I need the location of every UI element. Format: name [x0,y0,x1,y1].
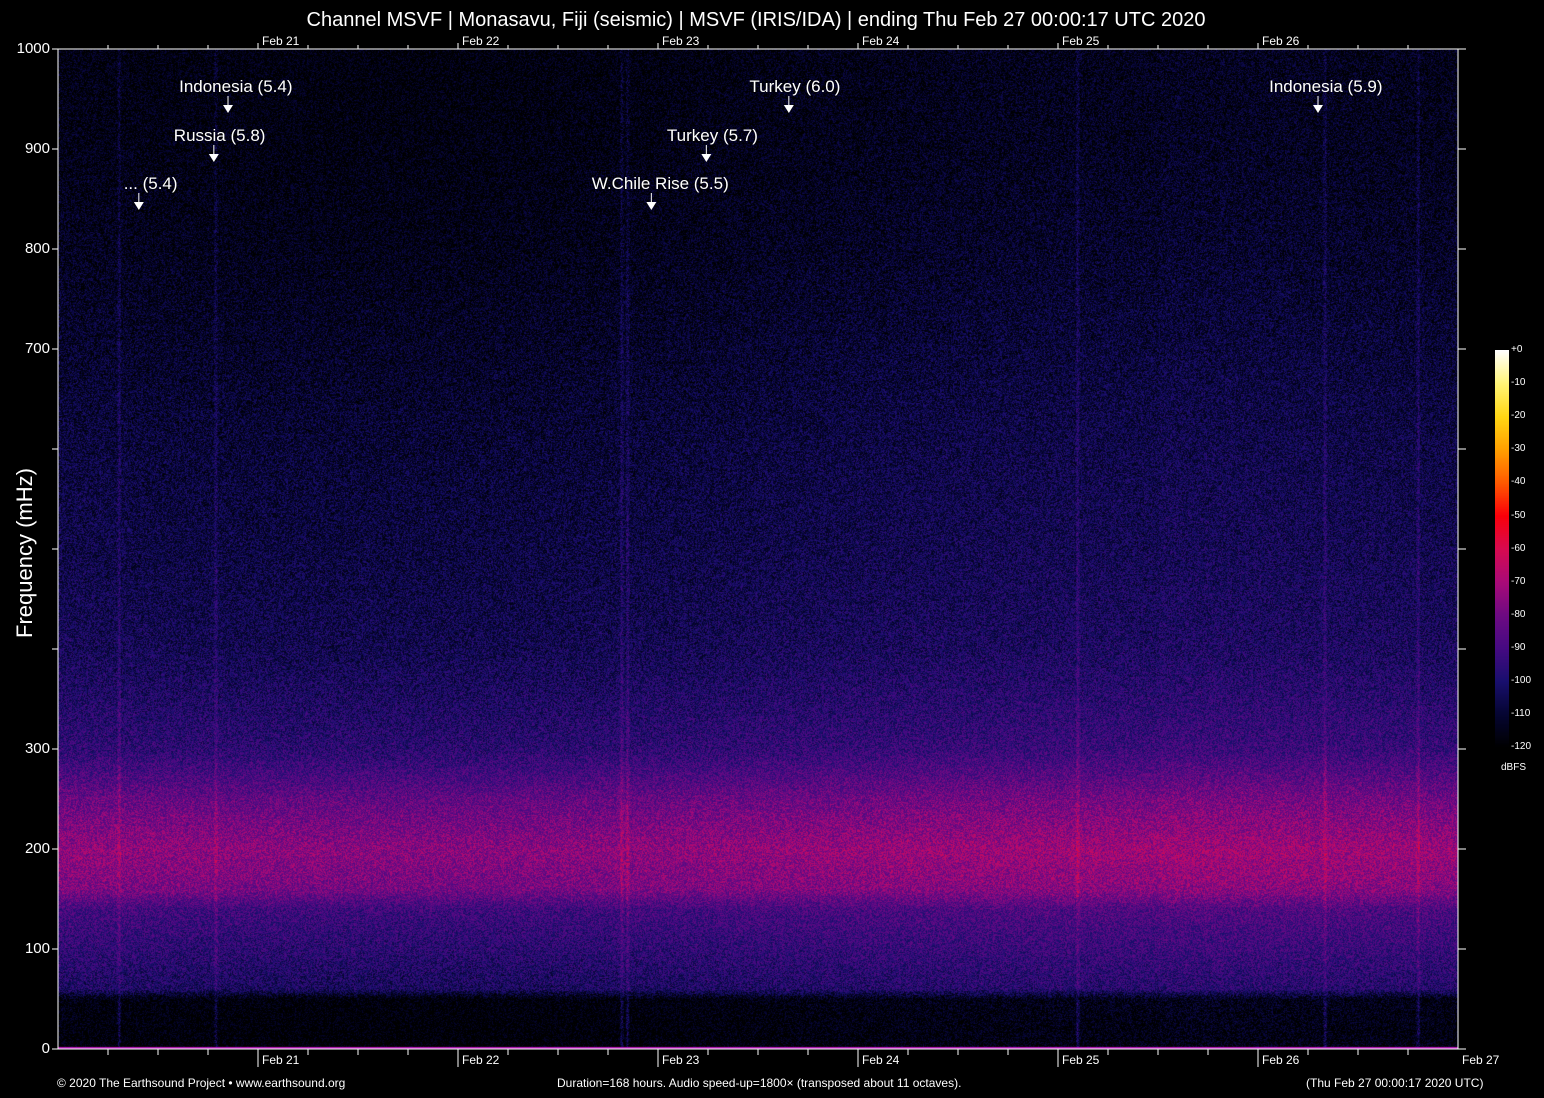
colorbar-tick-label: +0 [1511,344,1522,355]
x-tick-label: Feb 21 [262,1053,299,1067]
colorbar-tick-label: -50 [1511,510,1525,521]
event-arrow-icon [134,202,144,210]
colorbar-tick-label: -60 [1511,543,1525,554]
y-tick-label: 800 [10,240,50,257]
y-tick-label: 1000 [10,40,50,57]
y-tick-label: 700 [10,340,50,357]
footer-copyright: © 2020 The Earthsound Project • www.eart… [57,1076,345,1090]
event-arrow-icon [1313,105,1323,113]
colorbar-tick-label: -120 [1511,741,1531,752]
event-arrow-icon [784,105,794,113]
x-tick-label: Feb 27 [1462,1053,1499,1067]
x-tick-label: Feb 26 [1262,1053,1299,1067]
event-arrow-icon [223,105,233,113]
y-tick-label: 100 [10,940,50,957]
colorbar-tick-label: -30 [1511,443,1525,454]
spectrogram-plot [58,49,1458,1049]
x-tick-label-top: Feb 22 [462,34,499,48]
y-tick-label: 200 [10,840,50,857]
event-arrow-icon [646,202,656,210]
colorbar [1495,350,1509,748]
colorbar-tick-label: -20 [1511,410,1525,421]
colorbar-tick-label: -40 [1511,476,1525,487]
x-tick-label-top: Feb 21 [262,34,299,48]
y-tick-label: 300 [10,740,50,757]
x-tick-label-top: Feb 23 [662,34,699,48]
y-tick-label: 0 [10,1040,50,1057]
event-annotation: Indonesia (5.9) [383,77,1383,97]
event-arrow-icon [701,154,711,162]
x-tick-label: Feb 25 [1062,1053,1099,1067]
event-annotation: Turkey (5.7) [0,126,758,146]
colorbar-unit: dBFS [1501,762,1526,773]
colorbar-tick-label: -10 [1511,377,1525,388]
x-tick-label-top: Feb 25 [1062,34,1099,48]
x-tick-label-top: Feb 26 [1262,34,1299,48]
colorbar-tick-label: -70 [1511,576,1525,587]
x-tick-label: Feb 22 [462,1053,499,1067]
axes [58,49,1478,1059]
colorbar-tick-label: -100 [1511,675,1531,686]
colorbar-tick-label: -110 [1511,708,1530,719]
colorbar-tick-label: -90 [1511,642,1525,653]
event-annotation: W.Chile Rise (5.5) [0,174,729,194]
x-tick-label-top: Feb 24 [862,34,899,48]
x-tick-label: Feb 24 [862,1053,899,1067]
y-axis-title: Frequency (mHz) [12,428,38,678]
colorbar-tick-label: -80 [1511,609,1525,620]
x-tick-label: Feb 23 [662,1053,699,1067]
footer-duration: Duration=168 hours. Audio speed-up=1800×… [557,1076,961,1090]
chart-title: Channel MSVF | Monasavu, Fiji (seismic) … [0,9,1512,32]
event-arrow-icon [209,154,219,162]
footer-timestamp: (Thu Feb 27 00:00:17 2020 UTC) [1306,1076,1483,1090]
